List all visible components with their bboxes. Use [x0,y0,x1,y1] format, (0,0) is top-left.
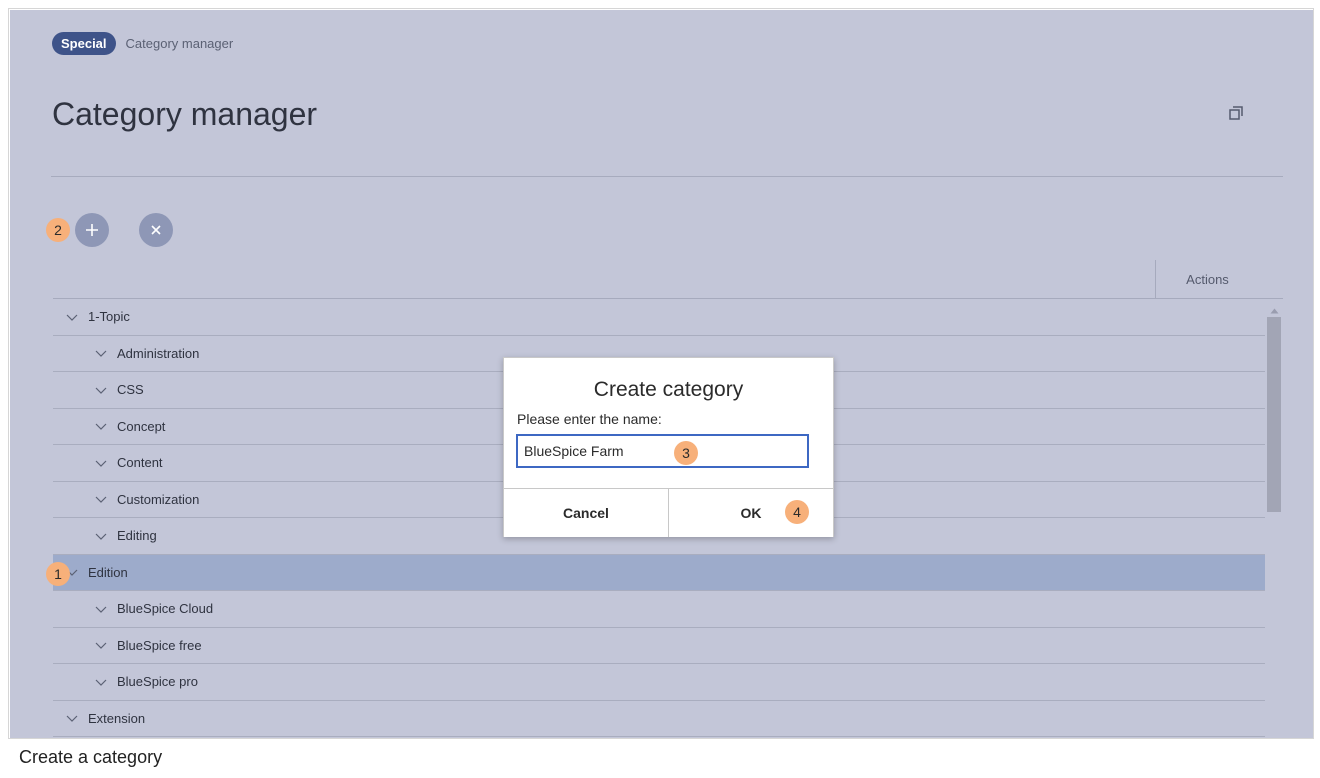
grid-header: Actions [53,260,1283,299]
chevron-down-icon[interactable] [94,383,108,397]
breadcrumb-page: Category manager [125,36,234,51]
chevron-down-icon[interactable] [94,419,108,433]
tree-row-label: CSS [117,382,144,398]
tree-row-label: BlueSpice pro [117,674,198,690]
namespace-badge[interactable]: Special [52,32,116,55]
step-marker-3: 3 [674,441,698,465]
title-divider [51,176,1283,177]
cancel-button[interactable]: Cancel [504,489,669,537]
expand-icon[interactable] [1227,104,1245,122]
category-manager-page: Special Category manager Category manage… [10,10,1313,738]
chevron-down-icon[interactable] [94,602,108,616]
tree-row[interactable]: BlueSpice free [53,628,1265,664]
step-marker-2: 2 [46,218,70,242]
tree-row-label: BlueSpice Cloud [117,601,214,617]
toolbar [53,196,1283,254]
chevron-down-icon[interactable] [65,711,79,725]
tree-row-label: 1-Topic [88,309,130,325]
tree-row-label: BlueSpice free [117,637,202,653]
category-name-input[interactable] [516,434,809,468]
dialog-footer: Cancel OK [504,488,833,537]
tree-row-label: Editing [117,528,157,544]
close-icon [151,225,161,235]
tree-row-label: Customization [117,491,200,507]
tree-row-label: Administration [117,345,200,361]
screenshot-frame: Special Category manager Category manage… [8,8,1314,739]
plus-icon [86,224,98,236]
scroll-up-arrow-icon[interactable] [1270,302,1279,314]
tree-row[interactable]: BlueSpice Cloud [53,591,1265,628]
chevron-down-icon[interactable] [65,310,79,324]
dialog-title: Create category [593,378,744,401]
chevron-down-icon[interactable] [94,675,108,689]
step-marker-4: 4 [785,500,809,524]
add-category-button[interactable] [75,213,109,247]
tree-row-label: Extension [88,710,146,726]
tree-row[interactable]: Edition [53,554,1265,591]
step-marker-1: 1 [46,562,70,586]
tree-row-label: Content [117,455,163,471]
tree-row-label: Concept [117,418,166,434]
tree-row-label: Edition [88,564,128,580]
dialog-prompt: Please enter the name: [517,411,662,427]
actions-column-header: Actions [1155,260,1259,298]
chevron-down-icon[interactable] [94,456,108,470]
chevron-down-icon[interactable] [94,492,108,506]
breadcrumb: Special Category manager [52,32,233,55]
chevron-down-icon[interactable] [94,346,108,360]
scrollbar-thumb[interactable] [1267,317,1281,512]
chevron-down-icon[interactable] [94,638,108,652]
page-title: Category manager [52,96,318,132]
tree-row[interactable]: Extension [53,701,1265,737]
tree-row[interactable]: BlueSpice pro [53,664,1265,701]
tree-row[interactable]: 1-Topic [53,299,1265,336]
delete-category-button[interactable] [139,213,173,247]
image-caption: Create a category [19,747,163,767]
chevron-down-icon[interactable] [94,529,108,543]
